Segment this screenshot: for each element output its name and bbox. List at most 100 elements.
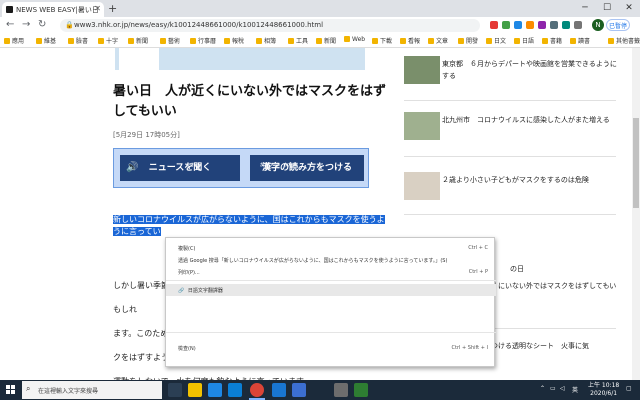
bookmark-label: 新聞 <box>324 38 337 45</box>
minimize-button[interactable]: ─ <box>574 0 596 17</box>
bookmark-item[interactable]: 新聞 <box>128 36 148 45</box>
page-scrollbar[interactable] <box>632 48 640 380</box>
bookmark-item[interactable]: 藝術 <box>160 36 180 45</box>
menu-item-inspect[interactable]: 檢查(N) Ctrl + Shift + I <box>166 342 496 354</box>
sync-paused-button[interactable]: 已暫停 <box>606 19 631 31</box>
bookmark-folder-icon <box>608 38 614 44</box>
menu-item-label: 日語文字翻譯器 <box>187 288 223 294</box>
extension-icon[interactable] <box>490 21 498 29</box>
bookmark-folder-icon <box>224 38 230 44</box>
bookmark-item[interactable]: 應用 <box>4 36 24 45</box>
kanji-ruby: かんじ よ かた <box>260 162 292 167</box>
nhk-favicon-icon <box>6 6 13 13</box>
menu-item-copy[interactable]: 複製(C) Ctrl + C <box>166 242 496 254</box>
back-arrow-icon[interactable]: ← <box>6 19 14 30</box>
bookmark-item[interactable]: 報稅 <box>224 36 244 45</box>
page-content: 暑い日 人が近くにいない外ではマスクをはずしてもいい [5月29日 17時05分… <box>0 48 640 380</box>
listen-button[interactable]: 🔊 き ニュースを聞く <box>120 155 240 181</box>
bookmark-item[interactable]: 工具 <box>288 36 308 45</box>
bookmark-label: 藝術 <box>168 38 181 45</box>
maximize-button[interactable]: ☐ <box>596 0 618 17</box>
bookmark-item[interactable]: 書籍 <box>542 36 562 45</box>
listen-label: ニュースを聞く <box>148 163 212 173</box>
browser-tab[interactable]: NEWS WEB EASY|暑い日 人が ✕ <box>2 2 104 17</box>
edge-icon[interactable] <box>208 383 222 397</box>
extension-icon[interactable] <box>514 21 522 29</box>
bookmark-folder-icon <box>316 38 322 44</box>
bookmark-item[interactable]: 其他書籤 <box>608 36 640 45</box>
store-icon[interactable] <box>228 383 242 397</box>
bookmark-item[interactable]: 文章 <box>428 36 448 45</box>
avatar[interactable]: N <box>592 19 604 31</box>
new-tab-button[interactable]: + <box>108 2 117 15</box>
paragraph-selected[interactable]: 新しいコロナウイルスが広がらないように、国はこれからもマスクを使うよ うに言って… <box>113 214 385 238</box>
bookmark-item[interactable]: 下載 <box>372 36 392 45</box>
calculator-icon[interactable] <box>334 383 348 397</box>
bookmark-item[interactable]: 維基 <box>36 36 56 45</box>
divider <box>404 100 616 101</box>
bookmark-item[interactable]: 行事曆 <box>190 36 216 45</box>
taskbar-search-box[interactable]: ⌕ 在這裡輸入文字來搜尋 <box>22 381 162 399</box>
scrollbar-thumb[interactable] <box>633 118 639 208</box>
extension-icon[interactable] <box>574 21 582 29</box>
menu-item-print[interactable]: 列印(P)... Ctrl + P <box>166 266 496 278</box>
close-window-button[interactable]: ✕ <box>618 0 640 17</box>
sidebar-news-item[interactable]: ２歳より小さい子どもがマスクをするのは危険 <box>404 172 624 204</box>
article-button-bar: 🔊 き ニュースを聞く かんじ よ かた 漢字の読み方をつける <box>113 148 369 188</box>
extension-icon[interactable] <box>538 21 546 29</box>
news-thumbnail <box>404 112 440 140</box>
context-menu: 複製(C) Ctrl + C 透過 Google 搜尋「新しいコロナウイルスが広… <box>165 237 496 367</box>
body-text: しかし暑い季節 <box>113 281 169 290</box>
extension-icon[interactable] <box>550 21 558 29</box>
extension-icon[interactable] <box>562 21 570 29</box>
extension-icon[interactable] <box>526 21 534 29</box>
ime-indicator[interactable]: 英 <box>572 385 578 394</box>
tab-close-icon[interactable]: ✕ <box>94 4 101 13</box>
notification-icon[interactable]: ▢ <box>626 385 632 392</box>
kanji-reading-button[interactable]: かんじ よ かた 漢字の読み方をつける <box>250 155 364 181</box>
bookmark-item[interactable]: 讀書 <box>570 36 590 45</box>
menu-item-label: 檢查(N) <box>178 346 196 352</box>
bookmark-label: 下載 <box>380 38 393 45</box>
bookmark-folder-icon <box>400 38 406 44</box>
bookmark-folder-icon <box>288 38 294 44</box>
address-bar[interactable]: 🔒 www3.nhk.or.jp/news/easy/k100124486610… <box>60 19 480 32</box>
bookmark-folder-icon <box>36 38 42 44</box>
bookmarks-bar: 應用 維基 臉書 十字 新聞 藝術 行事曆 報稅 相簿 工具 新聞 Web 下載 看報 文章 開發 日文 日語 書籍… <box>0 34 640 48</box>
bookmark-item[interactable]: 臉書 <box>68 36 88 45</box>
windows-start-icon[interactable] <box>6 385 16 395</box>
network-icon[interactable]: ▭ <box>550 385 556 392</box>
file-explorer-icon[interactable] <box>188 383 202 397</box>
volume-icon[interactable]: ◁ <box>560 385 565 392</box>
menu-item-google-search[interactable]: 透過 Google 搜尋「新しいコロナウイルスが広がらないように、国はこれからも… <box>166 254 496 266</box>
tray-chevron-icon[interactable]: ⌃ <box>540 385 545 392</box>
app-icon[interactable] <box>354 383 368 397</box>
tab-strip: NEWS WEB EASY|暑い日 人が ✕ + ─ ☐ ✕ <box>0 0 640 17</box>
bookmark-folder-icon <box>514 38 520 44</box>
menu-item-translator[interactable]: 🔗 日語文字翻譯器 <box>166 284 496 296</box>
vscode-icon[interactable] <box>272 383 286 397</box>
bookmark-folder-icon <box>98 38 104 44</box>
news-title: 北九州市 コロナウイルスに感染した人がまた増える <box>442 116 610 124</box>
system-clock[interactable]: 上午 10:18 2020/6/1 <box>588 382 619 398</box>
clock-time: 上午 10:18 <box>588 382 620 389</box>
bookmark-item[interactable]: 十字 <box>98 36 118 45</box>
bookmark-item[interactable]: 相簿 <box>256 36 276 45</box>
reload-icon[interactable]: ↻ <box>38 19 46 30</box>
chrome-icon[interactable] <box>250 383 264 397</box>
bookmark-item[interactable]: 看報 <box>400 36 420 45</box>
bookmark-item[interactable]: 日語 <box>514 36 534 45</box>
bookmark-folder-icon <box>542 38 548 44</box>
app-icon[interactable] <box>292 383 306 397</box>
bookmark-item[interactable]: 日文 <box>486 36 506 45</box>
bookmark-item[interactable]: 新聞 <box>316 36 336 45</box>
lock-icon: 🔒 <box>65 21 74 29</box>
sidebar-news-item[interactable]: 北九州市 コロナウイルスに感染した人がまた増える <box>404 112 624 144</box>
bookmark-item[interactable]: 開發 <box>458 36 478 45</box>
bookmark-item[interactable]: Web <box>344 36 365 43</box>
sidebar-news-item[interactable]: 東京都 ６月からデパートや映画館を営業できるようにする <box>404 56 624 88</box>
task-view-icon[interactable] <box>168 383 182 397</box>
forward-arrow-icon[interactable]: → <box>22 19 30 30</box>
extension-icon[interactable] <box>502 21 510 29</box>
selected-text: うに言ってい <box>113 227 161 236</box>
